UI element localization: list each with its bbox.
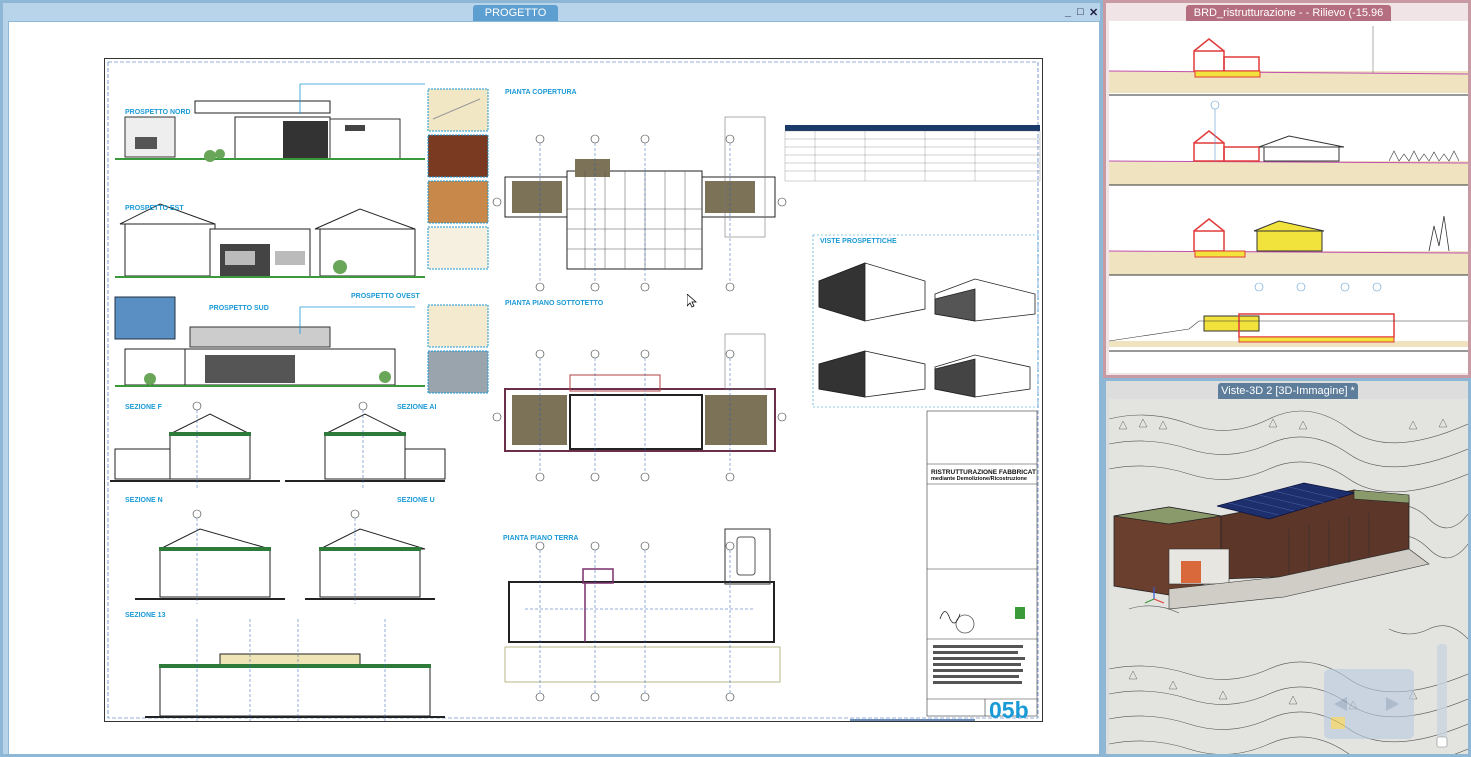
navigation-control bbox=[1324, 669, 1414, 739]
label-sezione-f: SEZIONE F bbox=[125, 404, 162, 411]
project-window-tab[interactable]: PROGETTO bbox=[473, 5, 558, 21]
label-pianta-copertura: PIANTA COPERTURA bbox=[505, 89, 577, 96]
label-sezione-n: SEZIONE N bbox=[125, 497, 163, 504]
prospetto-est-drawing bbox=[115, 203, 425, 278]
title-block-project-title: RISTRUTTURAZIONE FABBRICATO bbox=[931, 469, 1036, 476]
title-block-rows bbox=[933, 645, 1025, 684]
material-swatches bbox=[427, 88, 489, 394]
perspective-views bbox=[818, 262, 1036, 398]
sheet-drawing bbox=[107, 61, 1041, 721]
label-sezione-u: SEZIONE U bbox=[397, 497, 435, 504]
pianta-sottotetto-drawing bbox=[504, 333, 776, 452]
label-prospetto-nord: PROSPETTO NORD bbox=[125, 109, 191, 116]
sheet-number: 05b bbox=[989, 697, 1029, 723]
vista-3d-window[interactable]: Viste-3D 2 [3D-Immagine] * bbox=[1103, 378, 1471, 757]
label-pianta-sottotetto: PIANTA PIANO SOTTOTETTO bbox=[505, 300, 604, 307]
prospetto-sud-drawing bbox=[114, 296, 425, 387]
vista-3d-window-tab[interactable]: Viste-3D 2 [3D-Immagine] * bbox=[1218, 383, 1358, 399]
label-sezione-ai: SEZIONE AI bbox=[397, 404, 437, 411]
rilievo-window[interactable]: BRD_ristrutturazione - - Rilievo (-15.96… bbox=[1103, 0, 1471, 378]
label-prospetto-ovest: PROSPETTO OVEST bbox=[351, 293, 420, 300]
vista-3d-canvas[interactable] bbox=[1109, 399, 1468, 754]
drawing-canvas[interactable]: PROSPETTO NORD PROSPETTO EST PROSPETTO O… bbox=[8, 21, 1100, 754]
label-pianta-terra: PIANTA PIANO TERRA bbox=[503, 535, 579, 542]
title-block-project-subtitle: mediante Demolizione/Ricostruzione bbox=[931, 476, 1027, 482]
sezioni-drawings bbox=[110, 413, 446, 718]
3d-model-view bbox=[1109, 410, 1468, 754]
layout-sheet[interactable]: PROSPETTO NORD PROSPETTO EST PROSPETTO O… bbox=[104, 58, 1043, 723]
terrain-sections bbox=[1109, 26, 1468, 352]
restore-button[interactable]: □ bbox=[1077, 6, 1084, 18]
close-button[interactable]: ✕ bbox=[1089, 6, 1098, 19]
signature bbox=[939, 611, 961, 624]
rilievo-canvas[interactable] bbox=[1109, 21, 1468, 373]
label-prospetto-est: PROSPETTO EST bbox=[125, 205, 184, 212]
label-viste-prospettiche: VISTE PROSPETTICHE bbox=[820, 238, 897, 245]
quantity-table bbox=[784, 125, 1041, 182]
pianta-copertura-drawing bbox=[504, 116, 776, 270]
label-sezione-13: SEZIONE 13 bbox=[125, 612, 166, 619]
zoom-slider bbox=[1437, 644, 1447, 744]
label-prospetto-sud: PROSPETTO SUD bbox=[209, 305, 269, 312]
logo-icon bbox=[1015, 607, 1025, 619]
project-window[interactable]: PROGETTO _ □ ✕ PROSPETTO NORD PROSPETTO … bbox=[0, 0, 1103, 757]
rilievo-window-tab[interactable]: BRD_ristrutturazione - - Rilievo (-15.96… bbox=[1186, 5, 1391, 35]
pianta-terra-drawing bbox=[504, 528, 781, 683]
mouse-cursor-icon bbox=[687, 294, 697, 308]
minimize-button[interactable]: _ bbox=[1065, 6, 1071, 18]
